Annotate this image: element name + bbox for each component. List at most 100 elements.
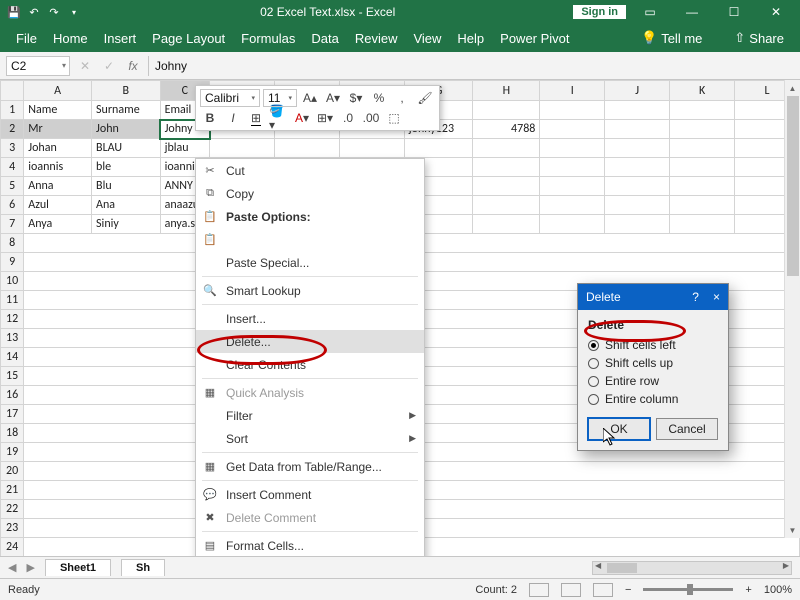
cell[interactable] [670, 101, 735, 120]
cell[interactable]: Johan [24, 139, 92, 158]
zoom-level[interactable]: 100% [764, 584, 792, 596]
tab-file[interactable]: File [16, 31, 37, 46]
cell[interactable]: Siniy [92, 215, 161, 234]
cell[interactable] [670, 139, 735, 158]
cell[interactable] [670, 120, 735, 139]
row-header[interactable]: 8 [1, 234, 24, 253]
col-header[interactable]: A [24, 81, 92, 101]
cell[interactable]: ble [92, 158, 161, 177]
radio-shift-left[interactable]: Shift cells left [588, 336, 718, 354]
decrease-font-icon[interactable]: A▾ [323, 89, 343, 107]
row-header[interactable]: 3 [1, 139, 24, 158]
ctx-get-data[interactable]: ▦Get Data from Table/Range... [196, 455, 424, 478]
cell[interactable] [540, 139, 605, 158]
ctx-delete[interactable]: Delete... [196, 330, 424, 353]
row-header[interactable]: 17 [1, 405, 24, 424]
ctx-clear-contents[interactable]: Clear Contents [196, 353, 424, 376]
fx-icon[interactable]: fx [124, 59, 142, 73]
zoom-in-icon[interactable]: + [745, 584, 751, 596]
cell[interactable] [605, 120, 670, 139]
tab-home[interactable]: Home [53, 31, 88, 46]
prev-sheet-icon[interactable]: ◀ [8, 561, 16, 574]
cell[interactable]: BLAU [92, 139, 161, 158]
cell[interactable]: Anya [24, 215, 92, 234]
row-header[interactable]: 9 [1, 253, 24, 272]
row-header[interactable]: 21 [1, 481, 24, 500]
tab-review[interactable]: Review [355, 31, 398, 46]
increase-decimal-icon[interactable]: .00 [361, 109, 381, 127]
italic-icon[interactable]: I [223, 109, 243, 127]
row-header[interactable]: 7 [1, 215, 24, 234]
cell[interactable] [605, 196, 670, 215]
cell[interactable] [275, 139, 340, 158]
name-box[interactable]: C2 [6, 56, 70, 76]
cell[interactable]: Ana [92, 196, 161, 215]
row-header[interactable]: 20 [1, 462, 24, 481]
comma-icon[interactable]: , [392, 89, 412, 107]
minimize-button[interactable]: — [674, 0, 710, 24]
ctx-cut[interactable]: ✂Cut [196, 159, 424, 182]
row-header[interactable]: 15 [1, 367, 24, 386]
cell[interactable] [540, 158, 605, 177]
next-sheet-icon[interactable]: ▶ [26, 561, 34, 574]
cancel-formula-icon[interactable]: ✕ [76, 59, 94, 73]
cell[interactable] [670, 177, 735, 196]
cell[interactable] [473, 196, 540, 215]
ctx-filter[interactable]: Filter▶ [196, 404, 424, 427]
cell[interactable] [670, 158, 735, 177]
cell[interactable] [473, 177, 540, 196]
radio-shift-up[interactable]: Shift cells up [588, 354, 718, 372]
scroll-up-icon[interactable]: ▲ [785, 80, 800, 96]
ctx-copy[interactable]: ⧉Copy [196, 182, 424, 205]
tab-page-layout[interactable]: Page Layout [152, 31, 225, 46]
dialog-titlebar[interactable]: Delete ? × [578, 284, 728, 310]
cell[interactable] [540, 196, 605, 215]
lightbulb-icon[interactable]: 💡 [641, 30, 657, 46]
ctx-insert-comment[interactable]: 💬Insert Comment [196, 483, 424, 506]
cell[interactable] [540, 101, 605, 120]
signin-button[interactable]: Sign in [573, 5, 626, 19]
cell[interactable] [210, 139, 275, 158]
tab-formulas[interactable]: Formulas [241, 31, 295, 46]
row-header[interactable]: 5 [1, 177, 24, 196]
row-header[interactable]: 14 [1, 348, 24, 367]
page-break-view-icon[interactable] [593, 583, 613, 597]
cell[interactable] [473, 158, 540, 177]
help-icon[interactable]: ? [692, 290, 699, 304]
row-header[interactable]: 23 [1, 519, 24, 538]
col-header[interactable]: K [670, 81, 735, 101]
cell[interactable] [404, 139, 473, 158]
tab-view[interactable]: View [413, 31, 441, 46]
qat-dropdown-icon[interactable]: ▾ [66, 4, 82, 20]
cell[interactable] [540, 215, 605, 234]
sheet-tab-active[interactable]: Sh [121, 559, 165, 576]
tab-insert[interactable]: Insert [104, 31, 137, 46]
tab-data[interactable]: Data [311, 31, 338, 46]
cell[interactable] [605, 139, 670, 158]
row-header[interactable]: 22 [1, 500, 24, 519]
ctx-insert[interactable]: Insert... [196, 307, 424, 330]
zoom-slider[interactable] [643, 588, 733, 591]
row-header[interactable]: 18 [1, 424, 24, 443]
scroll-down-icon[interactable]: ▼ [785, 522, 800, 538]
row-header[interactable]: 16 [1, 386, 24, 405]
normal-view-icon[interactable] [529, 583, 549, 597]
cell[interactable] [473, 101, 540, 120]
merge-icon[interactable]: ⬚ [384, 109, 404, 127]
font-color-icon[interactable]: A▾ [292, 109, 312, 127]
share-icon[interactable]: ⇧ [734, 30, 745, 46]
row-header[interactable]: 2 [1, 120, 24, 139]
ctx-paste-default[interactable]: 📋 [196, 228, 424, 251]
undo-icon[interactable]: ↶ [26, 4, 42, 20]
col-header[interactable]: J [605, 81, 670, 101]
close-icon[interactable]: × [713, 290, 720, 304]
radio-entire-column[interactable]: Entire column [588, 390, 718, 408]
page-layout-view-icon[interactable] [561, 583, 581, 597]
row-header[interactable]: 6 [1, 196, 24, 215]
ctx-sort[interactable]: Sort▶ [196, 427, 424, 450]
horizontal-scrollbar[interactable]: ◀ ▶ [592, 561, 792, 575]
formula-value[interactable]: Johny [155, 59, 187, 73]
borders-icon[interactable]: ⊞▾ [315, 109, 335, 127]
cell[interactable] [670, 215, 735, 234]
cell[interactable]: John [92, 120, 161, 139]
